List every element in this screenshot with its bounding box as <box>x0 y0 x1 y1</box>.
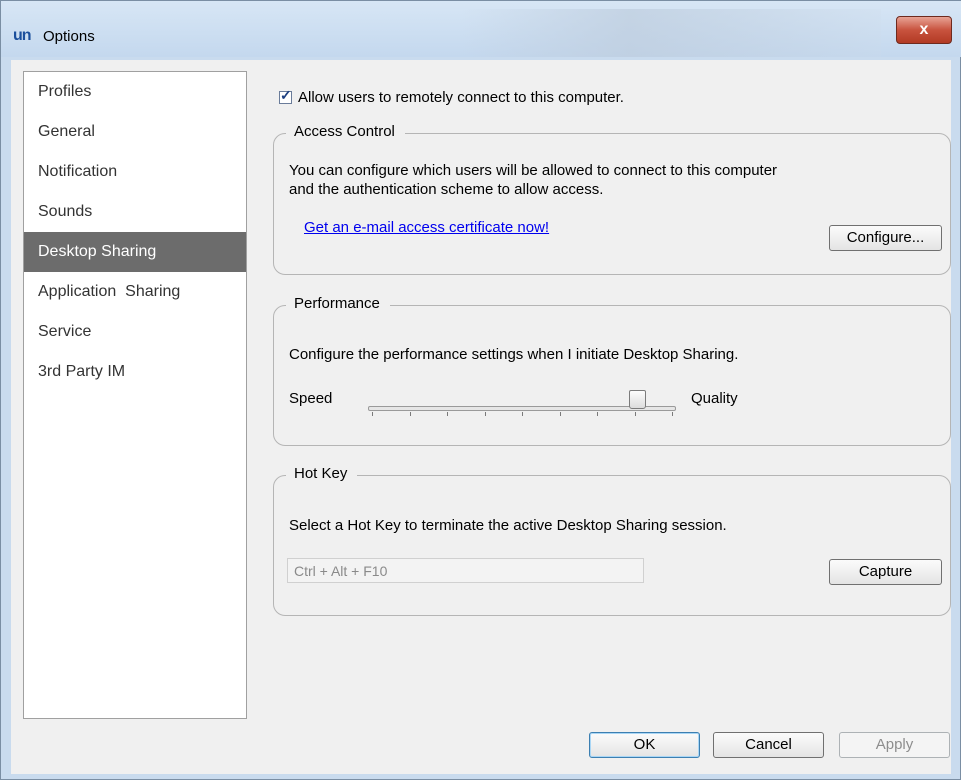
performance-group: Performance Configure the performance se… <box>273 295 951 446</box>
performance-slider-thumb[interactable] <box>628 390 646 409</box>
slider-tick <box>672 412 673 416</box>
sidebar-item-profiles[interactable]: Profiles <box>24 72 246 112</box>
checkmark-icon: ✓ <box>280 86 292 103</box>
slider-tick <box>409 412 411 416</box>
slider-tick <box>372 412 373 416</box>
options-window: un Options x Profiles General Notificati… <box>0 0 961 780</box>
configure-button[interactable]: Configure... <box>829 225 942 251</box>
hotkey-legend: Hot Key <box>286 465 358 482</box>
performance-legend: Performance <box>286 295 390 312</box>
sidebar-item-desktop-sharing[interactable]: Desktop Sharing <box>24 232 246 272</box>
slider-tick <box>484 412 486 416</box>
slider-tick <box>634 412 636 416</box>
ok-button[interactable]: OK <box>589 732 700 758</box>
slider-tick <box>522 412 523 416</box>
sidebar-item-3rd-party-im[interactable]: 3rd Party IM <box>24 352 246 392</box>
access-control-group: Access Control You can configure which u… <box>273 123 951 275</box>
hotkey-description: Select a Hot Key to terminate the active… <box>289 517 727 534</box>
hotkey-field[interactable] <box>287 558 644 583</box>
allow-remote-label[interactable]: Allow users to remotely connect to this … <box>298 89 624 106</box>
title-bar[interactable]: un Options x <box>1 1 961 57</box>
slider-tick <box>597 412 598 416</box>
background-window-blur <box>461 9 881 57</box>
options-category-list: Profiles General Notification Sounds Des… <box>23 71 247 719</box>
window-title: Options <box>43 28 95 45</box>
quality-label: Quality <box>691 390 738 407</box>
access-control-description-line1: You can configure which users will be al… <box>289 162 778 179</box>
allow-remote-row[interactable]: ✓ Allow users to remotely connect to thi… <box>279 87 624 107</box>
sidebar-item-application-sharing[interactable]: Application Sharing <box>24 272 246 312</box>
speed-label: Speed <box>289 390 333 407</box>
close-button[interactable]: x <box>896 16 952 44</box>
sidebar-item-service[interactable]: Service <box>24 312 246 352</box>
access-control-legend: Access Control <box>286 123 405 140</box>
apply-button[interactable]: Apply <box>839 732 950 758</box>
access-control-description-line2: and the authentication scheme to allow a… <box>289 181 604 198</box>
capture-button[interactable]: Capture <box>829 559 942 585</box>
slider-tick <box>559 412 561 416</box>
sidebar-item-notification[interactable]: Notification <box>24 152 246 192</box>
email-certificate-link[interactable]: Get an e-mail access certificate now! <box>304 218 549 237</box>
sidebar-item-general[interactable]: General <box>24 112 246 152</box>
performance-description: Configure the performance settings when … <box>289 346 739 363</box>
cancel-button[interactable]: Cancel <box>713 732 824 758</box>
app-logo-icon: un <box>13 27 32 44</box>
close-icon: x <box>919 21 929 38</box>
hotkey-group: Hot Key Select a Hot Key to terminate th… <box>273 465 951 616</box>
allow-remote-checkbox[interactable]: ✓ <box>279 87 292 104</box>
slider-tick <box>447 412 448 416</box>
sidebar-item-sounds[interactable]: Sounds <box>24 192 246 232</box>
